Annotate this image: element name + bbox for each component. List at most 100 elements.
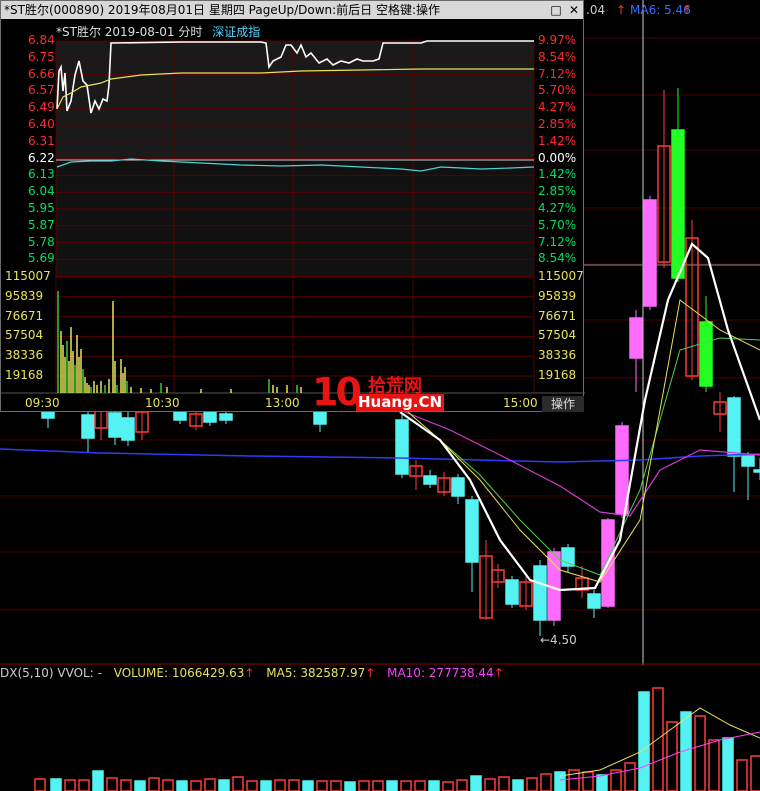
price-label: 5.95 <box>28 201 55 215</box>
percent-label: 4.27% <box>538 100 577 115</box>
price-label: 6.31 <box>28 133 55 148</box>
action-button[interactable]: 操作 <box>542 396 584 412</box>
candle-body <box>465 499 479 563</box>
price-label: 6.75 <box>28 49 55 64</box>
percent-label: 1.42% <box>538 133 577 148</box>
volume-bar <box>316 780 328 791</box>
volume-right-label: 57504 <box>538 328 577 343</box>
candle-body <box>505 579 519 605</box>
price-label: 6.13 <box>28 167 55 182</box>
candle-body <box>81 414 95 439</box>
candle-body <box>203 411 217 423</box>
volume-bar <box>400 780 412 791</box>
price-band <box>56 242 534 260</box>
price-band <box>56 108 534 125</box>
volume-bar <box>470 775 482 791</box>
candle-body <box>533 565 547 621</box>
volume-bar <box>134 780 146 791</box>
candle-body <box>587 593 601 609</box>
price-label: 6.22 <box>28 150 55 165</box>
volume-bar <box>64 779 76 791</box>
volume-left-label: 19168 <box>5 368 44 382</box>
volume-bar <box>50 778 62 791</box>
price-band <box>56 209 534 226</box>
price-label: 6.49 <box>28 100 55 115</box>
volume-bar <box>638 691 650 791</box>
ma10-value: MA10: 277738.44 <box>387 666 494 680</box>
price-label: 5.87 <box>28 217 55 232</box>
candle-body <box>121 417 135 441</box>
volume-value: VOLUME: 1066429.63 <box>113 666 245 680</box>
volume-right-label: 19168 <box>538 368 577 382</box>
volume-left-label: 38336 <box>5 348 44 363</box>
percent-label: 0.00% <box>538 150 577 165</box>
volume-bar <box>428 780 440 791</box>
volume-bar <box>722 737 734 791</box>
volume-bar <box>386 780 398 791</box>
indicator-name[interactable]: DX(5,10) <box>0 666 54 680</box>
time-label: 15:00 <box>503 396 538 410</box>
volume-bar <box>78 779 90 791</box>
percent-label: 4.27% <box>538 201 577 215</box>
intraday-chart[interactable] <box>1 1 585 413</box>
percent-label: 9.97% <box>538 33 577 47</box>
price-label: 6.04 <box>28 184 55 199</box>
candle-body <box>727 397 741 457</box>
volume-bar <box>372 780 384 791</box>
price-label: 5.69 <box>28 251 55 266</box>
watermark-digits: 10 <box>312 370 362 414</box>
price-band <box>56 91 534 109</box>
watermark-logo: 10 拾荒网 Huang.CN <box>312 370 445 416</box>
volume-bar <box>554 771 566 791</box>
percent-label: 7.12% <box>538 234 577 249</box>
price-label: 5.78 <box>28 234 55 249</box>
volume-bar <box>162 779 174 791</box>
ma10-arrow-icon: ↑ <box>493 666 504 680</box>
stock-chart-window: .04 ↑ MA6: 5.46 ↑ ←4.50 DX(5,10) VVOL: -… <box>0 0 760 791</box>
candle-body <box>395 419 409 475</box>
price-band <box>56 125 534 142</box>
percent-label: 8.54% <box>538 49 577 64</box>
candle-body <box>753 469 760 473</box>
price-band <box>56 158 534 176</box>
candle-body <box>219 413 233 421</box>
percent-label: 7.12% <box>538 66 577 81</box>
ma6-arrow-icon: ↑ <box>682 3 693 17</box>
ma-line-magenta <box>399 409 760 517</box>
volume-bar <box>596 774 608 791</box>
candle-body <box>108 412 122 438</box>
intraday-popup[interactable]: *ST胜尔(000890) 2019年08月01日 星期四 PageUp/Dow… <box>0 0 585 413</box>
volume-left-label: 95839 <box>5 288 44 303</box>
percent-label: 2.85% <box>538 184 577 199</box>
volume-bar <box>456 779 468 791</box>
percent-label: 1.42% <box>538 167 577 182</box>
volume-bar <box>246 780 258 791</box>
price-band <box>56 259 534 277</box>
volume-bar <box>694 715 706 791</box>
candle-body <box>741 455 755 467</box>
price-label: 6.66 <box>28 66 55 81</box>
volume-left-label: 76671 <box>5 308 44 323</box>
volume-left-label: 57504 <box>5 328 44 343</box>
price-band <box>56 57 534 75</box>
volume-right-label: 76671 <box>538 308 577 323</box>
volume-bar <box>204 778 216 791</box>
time-label: 09:30 <box>25 396 60 410</box>
volume-bar <box>218 779 230 791</box>
volume-left-label: 115007 <box>5 269 51 283</box>
price-label: 6.84 <box>28 33 55 47</box>
volume-bar <box>176 780 188 791</box>
time-label: 13:00 <box>265 396 300 410</box>
ma5-value: MA5: 382587.97 <box>266 666 366 680</box>
volume-bar <box>190 780 202 791</box>
volume-bar <box>120 779 132 791</box>
volume-bar <box>484 778 496 791</box>
volume-arrow-icon: ↑ <box>244 666 255 680</box>
candle-body <box>699 321 713 387</box>
ma-prefix-value: .04 <box>586 3 606 17</box>
volume-bar <box>344 781 356 791</box>
low-price-label: ←4.50 <box>540 633 577 647</box>
volume-bar <box>358 780 370 791</box>
volume-bar <box>148 777 160 791</box>
volume-bar <box>92 770 104 791</box>
